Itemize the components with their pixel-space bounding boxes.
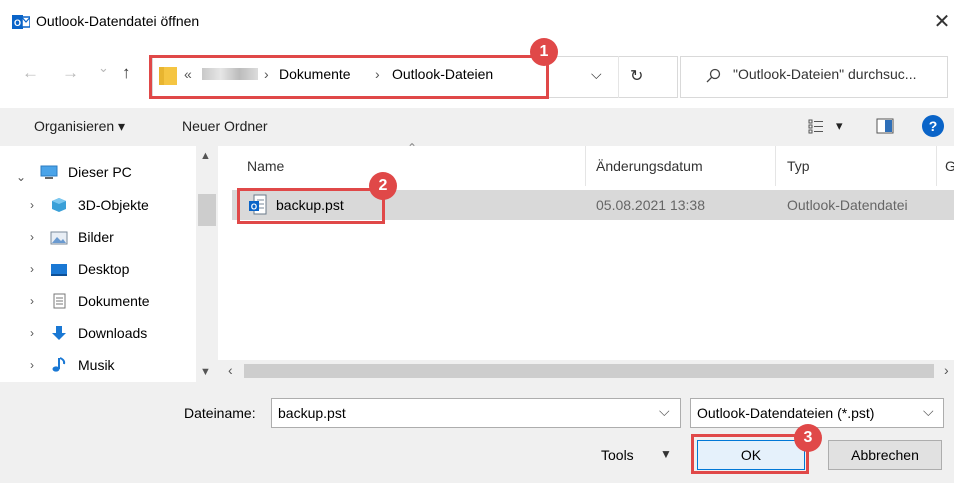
tree-item-dokumente[interactable]: Dokumente bbox=[78, 293, 150, 309]
expand-chevron-icon[interactable]: ⌄ bbox=[16, 170, 26, 184]
tree-item-musik[interactable]: Musik bbox=[78, 357, 115, 373]
annotation-badge-3: 3 bbox=[794, 424, 822, 452]
music-icon bbox=[52, 357, 66, 372]
search-icon bbox=[706, 68, 721, 83]
downloads-icon bbox=[52, 326, 66, 340]
scroll-right-arrow-icon[interactable]: › bbox=[944, 362, 949, 378]
tree-item-dieser-pc[interactable]: Dieser PC bbox=[68, 164, 132, 180]
collapse-chevron-icon[interactable]: › bbox=[30, 294, 34, 308]
tree-scroll-thumb[interactable] bbox=[198, 194, 216, 226]
collapse-chevron-icon[interactable]: › bbox=[30, 358, 34, 372]
collapse-chevron-icon[interactable]: › bbox=[30, 326, 34, 340]
tree-item-desktop[interactable]: Desktop bbox=[78, 261, 129, 277]
up-arrow-icon[interactable]: ↑ bbox=[122, 63, 131, 83]
svg-text:O: O bbox=[14, 18, 21, 28]
address-dropdown-icon[interactable]: ⌵ bbox=[591, 66, 602, 83]
preview-pane-icon[interactable] bbox=[876, 118, 894, 134]
filename-dropdown-icon[interactable]: ⌵ bbox=[659, 403, 670, 420]
collapse-chevron-icon[interactable]: › bbox=[30, 262, 34, 276]
scroll-down-arrow-icon[interactable]: ▼ bbox=[200, 366, 211, 378]
pictures-icon bbox=[50, 231, 68, 245]
outlook-icon: O bbox=[12, 15, 30, 29]
back-arrow-icon[interactable]: ← bbox=[22, 63, 39, 83]
annotation-badge-1: 1 bbox=[530, 38, 558, 66]
tree-item-bilder[interactable]: Bilder bbox=[78, 229, 114, 245]
search-placeholder: "Outlook-Dateien" durchsuc... bbox=[733, 66, 917, 82]
desktop-icon bbox=[51, 264, 67, 276]
close-button[interactable]: ✕ bbox=[930, 9, 954, 35]
sort-indicator-icon: ⌃ bbox=[407, 141, 418, 155]
refresh-icon[interactable]: ↻ bbox=[630, 66, 643, 86]
column-header-size[interactable]: G bbox=[945, 158, 954, 174]
content-area bbox=[0, 146, 954, 382]
computer-icon bbox=[40, 165, 58, 179]
recent-locations-icon[interactable]: ⌄ bbox=[98, 60, 109, 76]
window-title: Outlook-Datendatei öffnen bbox=[36, 13, 200, 29]
column-separator[interactable] bbox=[585, 146, 586, 186]
filetype-dropdown-icon[interactable]: ⌵ bbox=[923, 403, 934, 420]
collapse-chevron-icon[interactable]: › bbox=[30, 198, 34, 212]
view-options-icon[interactable] bbox=[808, 118, 824, 134]
highlight-box-3 bbox=[691, 434, 809, 474]
address-divider bbox=[618, 56, 619, 98]
column-separator[interactable] bbox=[936, 146, 937, 186]
tree-item-downloads[interactable]: Downloads bbox=[78, 325, 147, 341]
forward-arrow-icon[interactable]: → bbox=[62, 63, 79, 83]
annotation-badge-2: 2 bbox=[369, 172, 397, 200]
filename-value: backup.pst bbox=[278, 405, 346, 421]
organize-button[interactable]: Organisieren ▾ bbox=[34, 118, 125, 135]
new-folder-button[interactable]: Neuer Ordner bbox=[182, 118, 268, 134]
column-header-name[interactable]: Name bbox=[247, 158, 284, 174]
highlight-box-2 bbox=[237, 188, 385, 224]
tree-scrollbar[interactable] bbox=[196, 146, 218, 382]
view-options-caret[interactable]: ▾ bbox=[836, 118, 843, 134]
file-date: 05.08.2021 13:38 bbox=[596, 197, 705, 213]
scroll-up-arrow-icon[interactable]: ▲ bbox=[200, 150, 211, 162]
column-header-type[interactable]: Typ bbox=[787, 158, 810, 174]
highlight-box-1 bbox=[149, 55, 549, 99]
scroll-left-arrow-icon[interactable]: ‹ bbox=[228, 362, 233, 378]
column-separator[interactable] bbox=[775, 146, 776, 186]
3d-objects-icon bbox=[52, 198, 66, 212]
tools-dropdown-icon[interactable]: ▼ bbox=[660, 447, 672, 461]
tools-button[interactable]: Tools bbox=[601, 447, 634, 463]
cancel-button[interactable]: Abbrechen bbox=[828, 440, 942, 470]
column-header-date[interactable]: Änderungsdatum bbox=[596, 158, 703, 174]
help-icon[interactable]: ? bbox=[922, 115, 944, 137]
filetype-value: Outlook-Datendateien (*.pst) bbox=[697, 405, 875, 421]
file-type: Outlook-Datendatei bbox=[787, 197, 908, 213]
filename-label: Dateiname: bbox=[184, 405, 256, 421]
tree-item-3d-objekte[interactable]: 3D-Objekte bbox=[78, 197, 149, 213]
horizontal-scroll-thumb[interactable] bbox=[244, 364, 934, 378]
collapse-chevron-icon[interactable]: › bbox=[30, 230, 34, 244]
documents-icon bbox=[53, 293, 66, 309]
